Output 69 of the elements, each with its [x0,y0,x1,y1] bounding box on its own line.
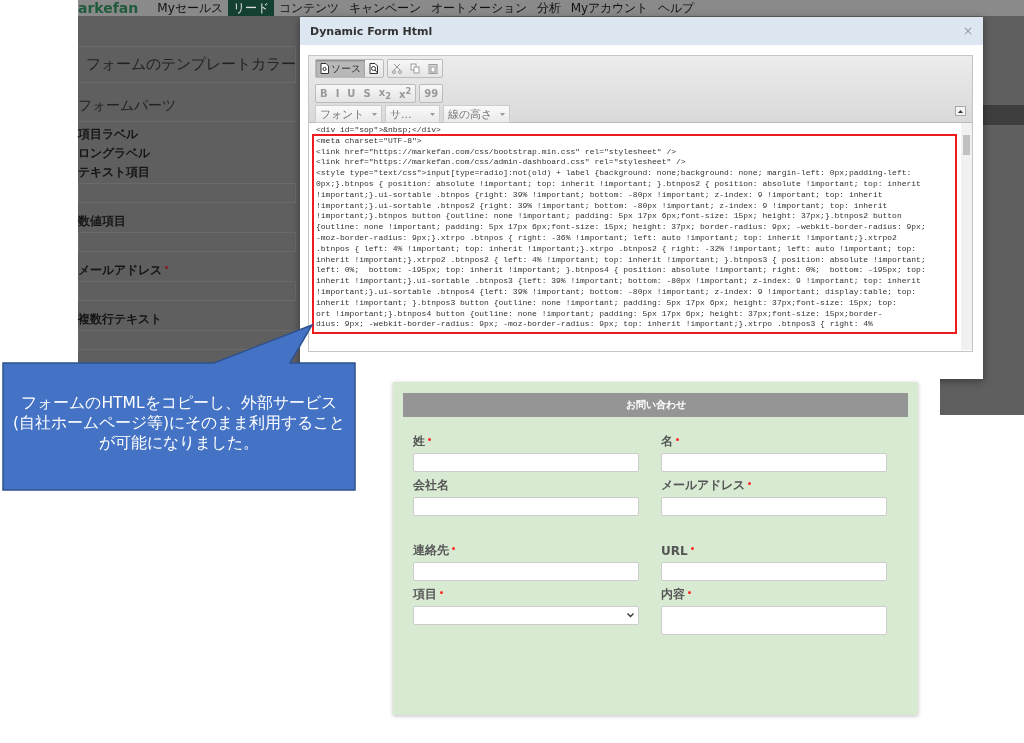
nav-item[interactable]: ヘルプ [653,0,700,16]
field-label: 姓 [413,433,425,450]
field-label: 会社名 [413,477,449,494]
nav-item[interactable]: 分析 [531,0,566,16]
page-heading: フォームのテンプレートカラー [78,46,296,83]
code-line: <link href="https://markefan.com/css/bootstrap.min.css" rel="stylesheet" /> [316,146,678,158]
code-line: .btnpos { left: 4% !important; top: inherit !important;}.xtrpo .btnpos2 { right: -32% !important; left: auto !important; top: [316,243,918,255]
field-label: URL [661,543,688,558]
field-label: 内容 [661,586,685,603]
source-button[interactable]: ソース [316,60,365,77]
code-line: !important;}.ui-sortable .btnpos2 {right: 39% !important; bottom: -80px !important; z-index: 9 !important; top: inherit [316,200,889,212]
magnifier-document-icon [369,63,379,74]
code-line: <meta charset="UTF-8"> [316,135,423,147]
code-line: 0px;}.btnpos { position: absolute !important; top: inherit !important; }.btnpos2 { position: absolute !important; top: inherit [316,179,922,190]
input-field[interactable] [78,281,296,301]
code-line: !important;}.btnpos button {outline: none !important; padding: 5px 17px 6px;font-size: 15px; height: 37px;}.btnpos2 button [316,211,903,223]
input-field[interactable] [78,232,296,252]
nav-item[interactable]: リード [227,0,274,16]
nav-item[interactable]: キャンペーン [343,0,426,16]
part-label: メールアドレス [78,261,162,279]
caret-icon [500,112,505,116]
document-icon [320,63,329,74]
font-dropdown[interactable]: 線の高さ [443,105,510,123]
callout-text: フォームのHTMLをコピーし、外部サービス(自社ホームページ等)にそのまま利用することが可能になりました。 [12,393,346,453]
nav-item[interactable]: Myアカウント [565,0,654,16]
code-line: -moz-border-radius: 9px;}.xtrpo .btnpos { right: -36% !important; left: auto !important; top: inherit !important;}.xtrpo2 [316,232,898,244]
scrollbar[interactable] [961,123,972,350]
field-label: 連絡先 [413,542,449,559]
code-line: {outline: none !important; padding: 5px 17px 6px;font-size: 15px; height: 37px; border-radius: 9px; -webkit-border-radius: 9px; [316,222,927,233]
dialog-title: Dynamic Form Html [310,24,433,38]
code-line: ort !important;}.btnpos4 button {outline: none !important; padding: 5px 17px 6px; height: 37px;font-size: 15px;border- [316,308,884,320]
code-line: <link href="https://markefan.com/css/admin-dashboard.css" rel="stylesheet" /> [316,157,687,169]
part-label: ロングラベル [78,144,150,162]
nav-item[interactable]: コンテンツ [273,0,344,16]
table-header-bar [980,105,1024,125]
code-line: left: 0%; bottom: -195px; top: inherit !important; }.btnpos4 { position: absolute !important; right: 0%; bottom: -195px; top: [316,265,927,277]
copy-icon [410,63,420,74]
input-field[interactable] [78,183,296,203]
code-line: <style type="text/css">input[type=radio]:not(old) + label {background: none;background: none; margin-left: 0px;padding-left: [316,168,913,179]
code-line: !important;}.ui-sortable .btnpos {right: 39% !important; bottom: -80px !important; z-index: 9 !important; top: inherit [316,189,884,201]
scissors-icon [392,63,402,74]
code-line: dius: 9px; -webkit-border-radius: 9px; -moz-border-radius: 9px; top: inherit !important;}.xtrpo .btnpos3 { right: 4% [316,319,874,331]
field-label: 名 [661,433,673,450]
part-label: 複数行テキスト [78,310,162,328]
part-label: 項目ラベル [78,125,138,143]
part-label: 数値項目 [78,212,126,230]
nav-item[interactable]: オートメーション [425,0,532,16]
font-dropdown[interactable]: サ... [385,105,440,123]
caret-icon [958,109,963,113]
textarea-field[interactable] [661,606,887,635]
collapse-toolbar-button[interactable] [955,106,966,116]
code-line: inherit !important;}.ui-sortable .btnpos3 {left: 39% !important; bottom: -80px !important; z-index: 9 !important; top: inherit [316,276,922,287]
code-line: !important;}.ui-sortable .btnpos4 {left: 39% !important; bottom: -80px !important; z-index: 9 !important; display:table; top: [316,286,918,298]
close-button[interactable]: × [962,24,973,38]
chevron-down-icon [627,613,634,618]
code-line: inherit !important;}.xtrpo2 .btnpos2 { left: 4% !important; top: inherit !important; }.btnpos3 { position: absolute !important; [316,254,927,266]
caret-icon [430,112,435,116]
field-label: 項目 [413,586,437,603]
form-title: お問い合わせ [403,393,908,417]
clipboard-icon [428,63,438,74]
field-label: メールアドレス [661,477,745,494]
caret-icon [372,112,377,116]
code-line: inherit !important; }.btnpos3 button {outline: none !important; padding: 5px 17px 6px; height: 37px;font-size: 15px; top: [316,297,898,309]
code-line: <div id="sop">&nbsp;</div> [316,125,442,136]
font-dropdown[interactable]: フォント [315,105,382,123]
select-field[interactable] [413,606,639,625]
logo: arkefan [78,0,139,16]
nav-item[interactable]: Myセールス [152,0,228,16]
part-label: テキスト項目 [78,163,150,181]
